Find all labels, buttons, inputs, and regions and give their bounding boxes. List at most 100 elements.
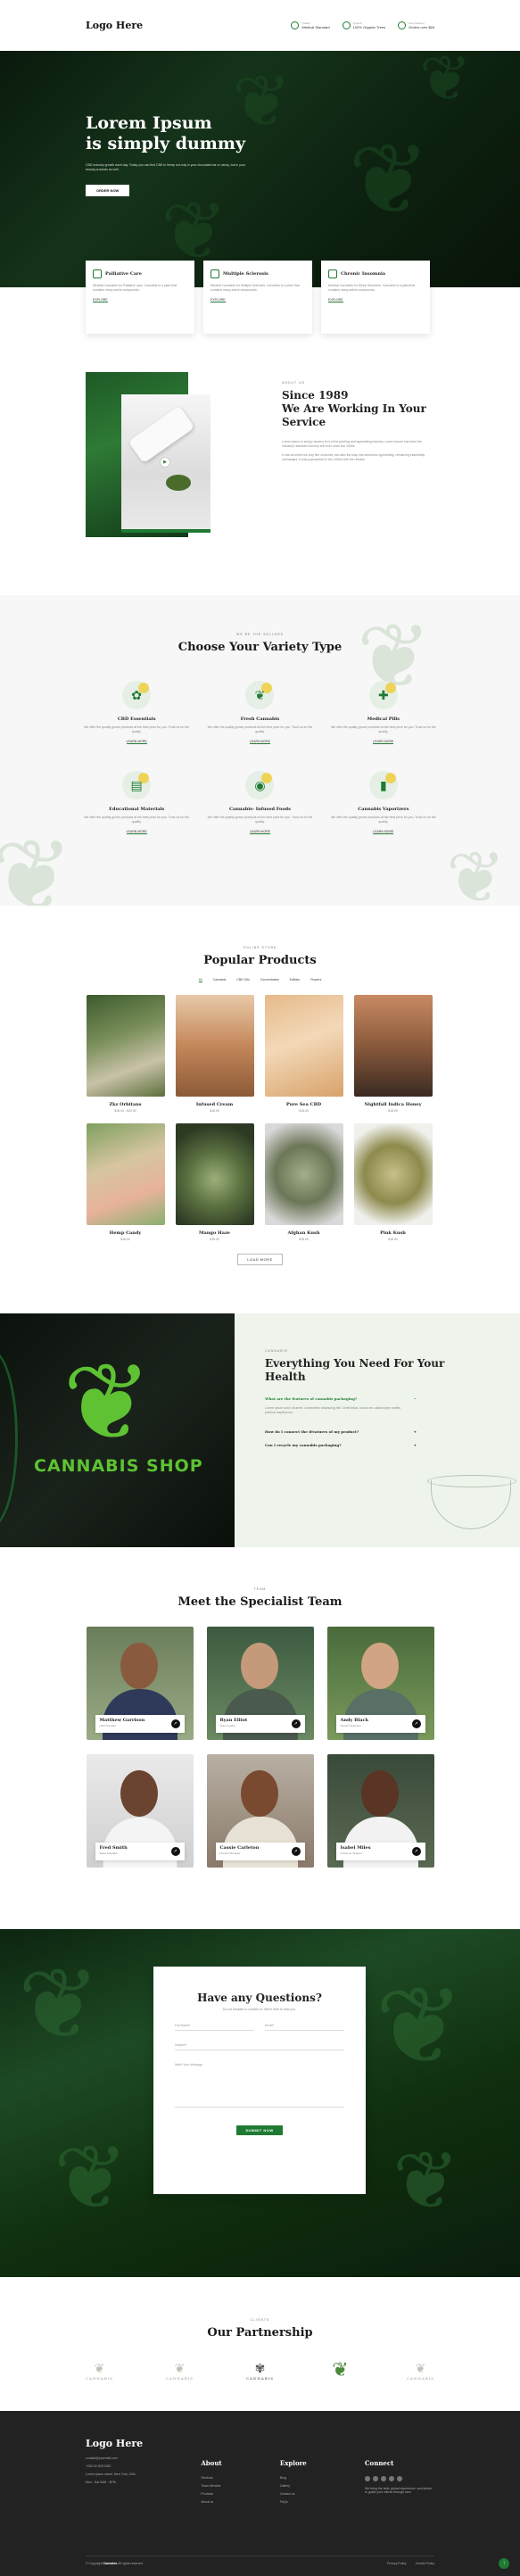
products-title: Popular Products [203,954,317,967]
facebook-icon[interactable] [364,2476,370,2481]
tab-edibles[interactable]: Edibles [290,978,300,982]
instagram-icon[interactable] [380,2476,386,2481]
partner-logo[interactable]: ✾ CANNABIS [233,2356,288,2386]
product-image[interactable] [264,1123,343,1225]
footer-contact-phone[interactable]: +000 00 000 0000 [86,2464,143,2468]
footer-link[interactable]: Gallery [280,2484,307,2488]
product-card[interactable]: Mango Haze $18.00 [175,1123,254,1241]
product-card[interactable]: Afghan Kush $18.00 [264,1123,343,1241]
footer-link[interactable]: About us [201,2500,221,2504]
member-name: Isabel Miles [340,1845,371,1851]
team-card[interactable]: Ryan Elliot Team Leader ↗ [206,1627,314,1740]
scroll-to-top-icon[interactable]: ↑ [499,2558,509,2569]
product-image[interactable] [175,995,254,1097]
footer-link[interactable]: Contact us [280,2492,307,2496]
order-now-button[interactable]: ORDER NOW [86,185,130,196]
product-image[interactable] [86,1123,165,1225]
partner-logo[interactable]: ❦ CANNABIS [153,2356,208,2386]
team-card[interactable]: Fred Smith Sales Assistant ↗ [86,1754,194,1868]
footer-logo[interactable]: Logo Here [86,2438,143,2449]
team-card[interactable]: Matthew Garrison CEO Founder ↗ [86,1627,194,1740]
learn-more-link[interactable]: LEARN MORE [249,740,271,744]
product-image[interactable] [353,1123,433,1225]
product-name[interactable]: Afghan Kush [265,1230,343,1236]
variety-title: Choose Your Variety Type [177,641,343,654]
variety-item: ▮ Cannabis Vaporizers We offer the quali… [331,771,436,834]
feature-explore-link[interactable]: EXPLORE [93,298,108,302]
variety-item-title: Cannabis- Infused Foods [228,807,291,812]
feature-card: Palliative Care Medical Cannabis for Pal… [86,257,198,334]
learn-more-link[interactable]: LEARN MORE [373,740,394,744]
share-icon[interactable]: ↗ [291,1847,301,1856]
tab-all[interactable]: All [198,978,202,982]
about-paragraph: It has survived not only five centuries,… [282,453,425,461]
partner-logo[interactable]: ❦ CANNABIS [72,2356,128,2386]
faq-question[interactable]: Can I recycle my cannabis packaging? + [265,1443,417,1447]
product-image[interactable] [353,995,433,1097]
tab-flowers[interactable]: Flowers [310,978,321,982]
team-card[interactable]: Isabel Miles Customer Support ↗ [326,1754,434,1868]
footer-link[interactable]: Products [201,2492,221,2496]
product-card[interactable]: Pure Sea CBD $18.00 [264,995,343,1113]
product-name[interactable]: Hemp Candy [87,1230,165,1236]
feature-explore-link[interactable]: EXPLORE [210,298,226,302]
learn-more-link[interactable]: LEARN MORE [126,830,147,834]
team-card[interactable]: Andy Black Support Engineer ↗ [326,1627,434,1740]
faq-question[interactable]: How do I connect the iFeatures of my pro… [265,1429,417,1434]
privacy-policy-link[interactable]: Privacy Policy [387,2562,407,2565]
share-icon[interactable]: ↗ [170,1847,180,1856]
faq-question[interactable]: What are the features of cannabis packag… [265,1396,417,1401]
product-name[interactable]: Infused Cream [176,1102,254,1107]
submit-button[interactable]: SUBMIT NOW [236,2125,283,2135]
footer-link[interactable]: Services [201,2476,221,2480]
product-name[interactable]: Nightfall Indica Honey [354,1102,433,1107]
header-logo[interactable]: Logo Here [86,20,143,31]
partner-logo[interactable]: ❦ [313,2356,368,2386]
subject-field[interactable]: Subject* [175,2043,344,2050]
email-field[interactable]: Email* [265,2024,344,2031]
member-role: CEO Founder [99,1724,117,1727]
learn-more-link[interactable]: LEARN MORE [249,830,271,834]
feature-explore-link[interactable]: EXPLORE [328,298,343,302]
share-icon[interactable]: ↗ [411,1719,421,1728]
footer-contact-email[interactable]: contact@yourmail.com [86,2456,143,2460]
product-card[interactable]: Nightfall Indica Honey $18.00 [353,995,433,1113]
share-icon[interactable]: ↗ [170,1719,180,1728]
partner-logo[interactable]: ❦ CANNABIS [393,2356,449,2386]
fresh-cannabis-icon: ❦ [245,681,275,709]
load-more-button[interactable]: LOAD MORE [237,1254,283,1265]
tab-cbd-oils[interactable]: CBD Oils [236,978,249,982]
footer-link[interactable]: Blog [280,2476,307,2480]
message-field[interactable]: Write Your Message [175,2063,344,2108]
twitter-icon[interactable] [372,2476,378,2481]
product-name[interactable]: Pink Kush [354,1230,433,1236]
learn-more-link[interactable]: LEARN MORE [373,830,394,834]
tab-cannabis[interactable]: Cannabis [213,978,227,982]
cookie-policy-link[interactable]: Cookie Policy [416,2562,434,2565]
product-name[interactable]: Pure Sea CBD [265,1102,343,1107]
tab-concentrates[interactable]: Concentrates [260,978,279,982]
team-card[interactable]: Cassie Carleton Product Manager ↗ [206,1754,314,1868]
full-name-field[interactable]: Full Name* [175,2024,254,2031]
product-card[interactable]: Hemp Candy $18.00 [86,1123,165,1241]
about-photo: ▶ [121,394,210,533]
share-icon[interactable]: ↗ [291,1719,301,1728]
linkedin-icon[interactable] [388,2476,394,2481]
variety-item: ▤ Educational Materials We offer the qua… [84,771,189,834]
product-card[interactable]: Infused Cream $18.00 [175,995,254,1113]
product-image[interactable] [175,1123,254,1225]
cannabis-leaf-icon: ❦ [375,1967,465,2086]
about-text: ABOUT US Since 1989 We Are Working In Yo… [282,381,433,462]
footer-link[interactable]: FAQs [280,2500,307,2504]
product-image[interactable] [86,995,165,1097]
footer-link[interactable]: Team Member [201,2484,221,2488]
learn-more-link[interactable]: LEARN MORE [126,740,147,744]
product-name[interactable]: Zkz Orbitans [87,1102,165,1107]
product-name[interactable]: Mango Haze [176,1230,254,1236]
product-card[interactable]: Zkz Orbitans $18.00 - $20.00 [86,995,165,1113]
youtube-icon[interactable] [396,2476,402,2481]
play-icon[interactable]: ▶ [160,457,170,468]
product-image[interactable] [264,995,343,1097]
product-card[interactable]: Pink Kush $18.00 [353,1123,433,1241]
share-icon[interactable]: ↗ [411,1847,421,1856]
